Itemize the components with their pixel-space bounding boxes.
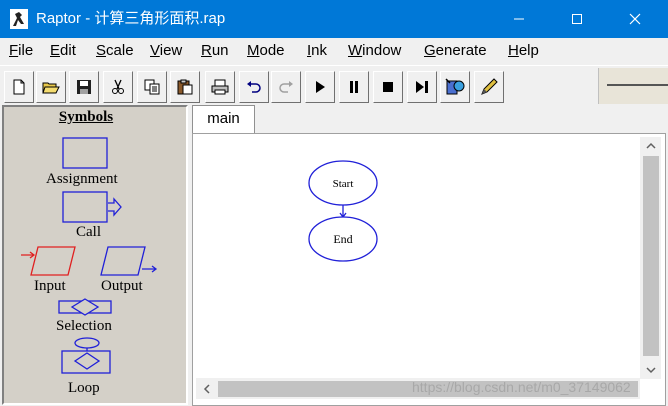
symbols-title: Symbols: [58, 109, 114, 125]
chevron-up-icon: [645, 142, 656, 149]
chevron-down-icon: [645, 367, 656, 374]
scroll-left-button[interactable]: [196, 378, 217, 399]
minimize-icon: [514, 18, 524, 20]
new-file-icon: [13, 79, 25, 95]
step-button[interactable]: [407, 71, 437, 103]
paste-button[interactable]: [170, 71, 200, 103]
selection-label: Selection: [56, 318, 112, 334]
flowchart: Start End: [308, 160, 378, 262]
assignment-label: Assignment: [46, 171, 118, 187]
tab-main[interactable]: main: [192, 105, 255, 134]
zoom-slider[interactable]: [607, 84, 668, 86]
title-bar: Raptor - 计算三角形面积.rap: [0, 0, 668, 38]
toolbar: [0, 65, 668, 105]
menu-help[interactable]: Help: [508, 42, 539, 60]
assignment-symbol[interactable]: [62, 137, 110, 171]
redo-icon: [279, 81, 293, 93]
zoom-slider-panel: [598, 68, 668, 104]
close-button[interactable]: [612, 0, 658, 38]
pause-button[interactable]: [339, 71, 369, 103]
copy-icon: [144, 79, 160, 95]
stop-icon: [383, 82, 393, 92]
save-button[interactable]: [69, 71, 99, 103]
menu-scale[interactable]: Scale: [96, 42, 134, 60]
scroll-down-button[interactable]: [640, 361, 661, 379]
run-button[interactable]: [305, 71, 335, 103]
redo-button[interactable]: [271, 71, 301, 103]
open-folder-icon: [42, 82, 60, 94]
scroll-up-button[interactable]: [640, 137, 661, 155]
copy-button[interactable]: [137, 71, 167, 103]
menu-run[interactable]: Run: [201, 42, 229, 60]
menu-mode[interactable]: Mode: [247, 42, 285, 60]
test-server-button[interactable]: [440, 71, 470, 103]
paste-icon: [177, 79, 193, 95]
undo-button[interactable]: [239, 71, 269, 103]
menu-ink[interactable]: Ink: [307, 42, 327, 60]
menu-edit[interactable]: Edit: [50, 42, 76, 60]
output-symbol[interactable]: [98, 245, 160, 279]
flowchart-canvas[interactable]: Start End: [192, 133, 666, 406]
maximize-icon: [572, 14, 582, 24]
output-label: Output: [101, 278, 143, 294]
call-label: Call: [76, 224, 101, 240]
vertical-scroll-thumb[interactable]: [643, 156, 659, 356]
selection-symbol[interactable]: [58, 297, 114, 317]
menu-bar: File Edit Scale View Run Mode Ink Window…: [0, 38, 668, 65]
new-button[interactable]: [4, 71, 34, 103]
watermark: https://blog.csdn.net/m0_37149062: [412, 379, 631, 395]
cut-button[interactable]: [103, 71, 133, 103]
loop-symbol[interactable]: [58, 337, 114, 377]
print-icon: [211, 79, 229, 95]
minimize-button[interactable]: [496, 0, 542, 38]
pause-icon: [350, 81, 358, 93]
step-icon: [416, 81, 428, 93]
pen-ink-button[interactable]: [474, 71, 504, 103]
print-button[interactable]: [205, 71, 235, 103]
menu-view[interactable]: View: [150, 42, 182, 60]
loop-label: Loop: [68, 380, 100, 396]
close-icon: [629, 13, 641, 25]
start-node-label: Start: [333, 178, 354, 190]
vertical-scrollbar[interactable]: [640, 137, 661, 379]
symbols-panel: Symbols Assignment Call Input Output Sel…: [2, 105, 188, 405]
input-label: Input: [34, 278, 66, 294]
cut-icon: [112, 79, 124, 94]
end-node-label: End: [333, 232, 352, 246]
pen-ink-icon: [481, 78, 498, 95]
call-symbol[interactable]: [62, 191, 124, 225]
menu-generate[interactable]: Generate: [424, 42, 487, 60]
chevron-left-icon: [203, 383, 210, 394]
save-icon: [77, 80, 91, 94]
play-icon: [316, 81, 325, 93]
test-server-icon: [445, 78, 465, 95]
raptor-app-icon[interactable]: [10, 9, 28, 29]
menu-window[interactable]: Window: [348, 42, 401, 60]
menu-file[interactable]: File: [9, 42, 33, 60]
window-title: Raptor - 计算三角形面积.rap: [36, 10, 226, 27]
input-symbol[interactable]: [20, 245, 78, 279]
maximize-button[interactable]: [554, 0, 600, 38]
stop-button[interactable]: [373, 71, 403, 103]
undo-icon: [247, 81, 261, 93]
open-button[interactable]: [36, 71, 66, 103]
